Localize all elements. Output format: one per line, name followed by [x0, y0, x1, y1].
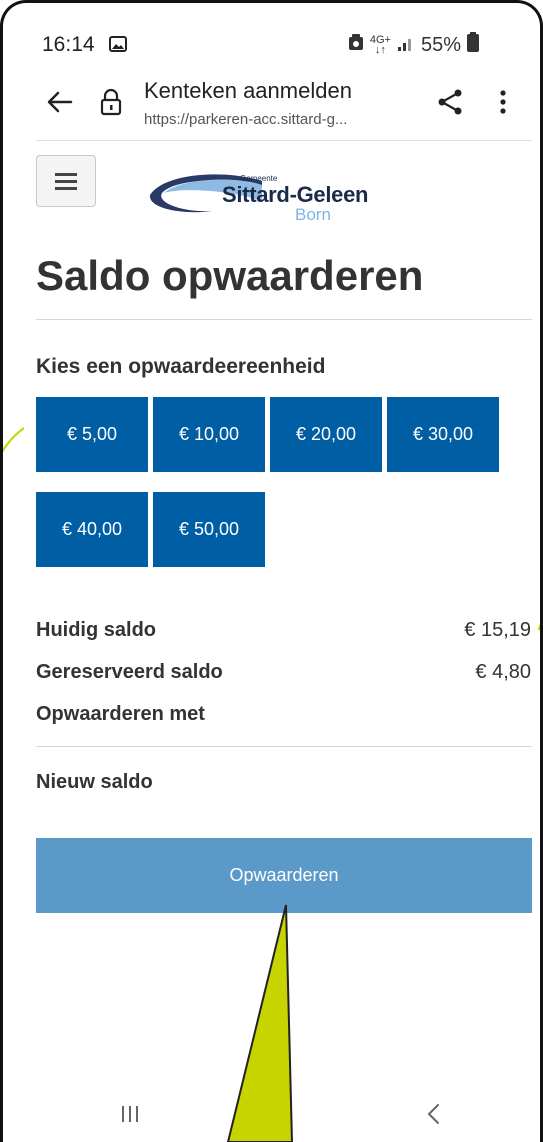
balance-divider	[36, 746, 532, 747]
alarm-icon	[348, 33, 364, 57]
current-balance-value: € 15,19	[464, 619, 531, 641]
nav-back-icon[interactable]	[426, 1103, 440, 1130]
recent-apps-icon[interactable]	[120, 1104, 140, 1129]
hamburger-menu-button[interactable]	[36, 155, 96, 207]
signal-icon	[397, 34, 415, 57]
share-icon[interactable]	[437, 89, 463, 120]
lock-icon[interactable]	[100, 88, 122, 121]
gallery-icon	[109, 36, 127, 57]
amount-button-10[interactable]: € 10,00	[153, 397, 265, 472]
status-time: 16:14	[42, 33, 95, 56]
topup-submit-button[interactable]: Opwaarderen	[36, 838, 532, 913]
battery-level: 55%	[420, 33, 461, 56]
browser-divider	[36, 140, 532, 141]
browser-url[interactable]: https://parkeren-acc.sittard-g...	[144, 111, 347, 128]
phone-screen: 16:14 4G+ ↓↑ 55% Kenteken aanmelden http…	[0, 0, 543, 1142]
amount-button-50[interactable]: € 50,00	[153, 492, 265, 567]
amount-button-20[interactable]: € 20,00	[270, 397, 382, 472]
more-options-icon[interactable]	[498, 89, 508, 120]
amount-button-30[interactable]: € 30,00	[387, 397, 499, 472]
browser-page-title[interactable]: Kenteken aanmelden	[144, 78, 352, 104]
logo-sub: Born	[295, 205, 331, 224]
amount-button-5[interactable]: € 5,00	[36, 397, 148, 472]
reserved-balance-label: Gereserveerd saldo	[36, 661, 223, 683]
status-indicators: 4G+ ↓↑ 55%	[348, 32, 479, 58]
current-balance-label: Huidig saldo	[36, 619, 156, 641]
network-label: 4G+	[369, 34, 391, 46]
network-icon: 4G+ ↓↑	[369, 34, 391, 56]
title-divider	[36, 319, 532, 320]
amount-button-40[interactable]: € 40,00	[36, 492, 148, 567]
page-title: Saldo opwaarderen	[36, 252, 424, 299]
topup-unit-label: Kies een opwaardeereenheid	[36, 355, 326, 378]
new-balance-label: Nieuw saldo	[36, 771, 153, 793]
status-bar: 16:14 4G+ ↓↑ 55%	[0, 0, 543, 70]
reserved-balance-value: € 4,80	[475, 661, 531, 683]
back-arrow-icon[interactable]	[47, 91, 73, 118]
battery-icon	[467, 32, 479, 58]
topup-with-label: Opwaarderen met	[36, 703, 205, 725]
